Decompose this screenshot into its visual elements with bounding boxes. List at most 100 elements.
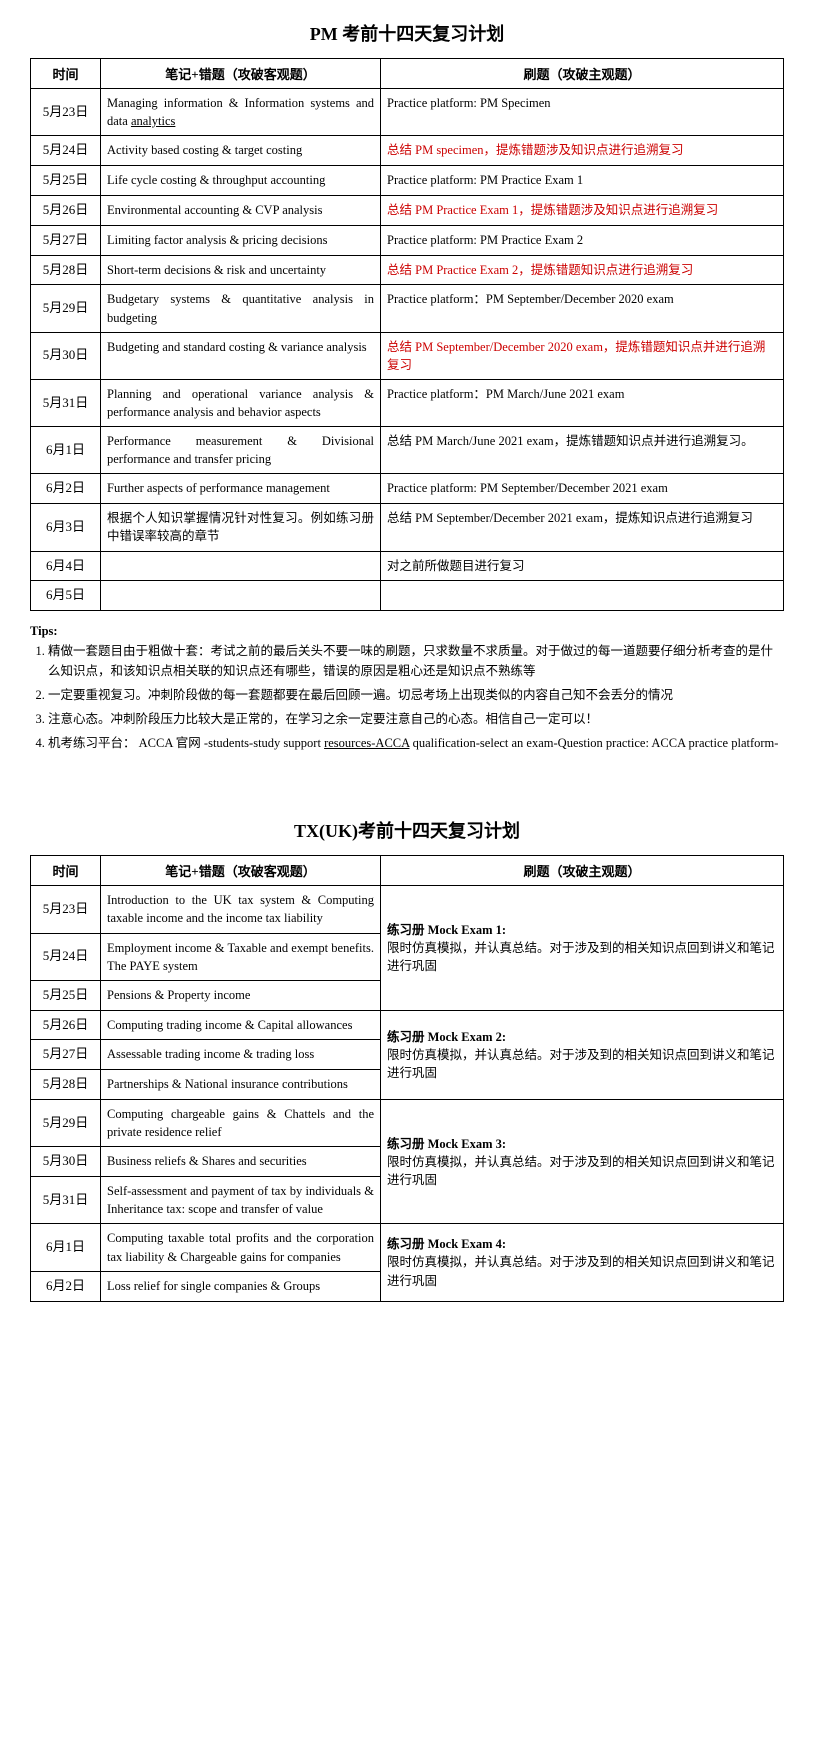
pm-drill-cell: Practice platform: PM Practice Exam 1 xyxy=(381,166,784,196)
pm-note-cell: Budgeting and standard costing & varianc… xyxy=(101,332,381,379)
pm-table-row: 5月26日Environmental accounting & CVP anal… xyxy=(31,195,784,225)
pm-table-row: 5月27日Limiting factor analysis & pricing … xyxy=(31,225,784,255)
pm-table-row: 6月1日Performance measurement & Divisional… xyxy=(31,427,784,474)
pm-tip-item: 一定要重视复习。冲刺阶段做的每一套题都要在最后回顾一遍。切忌考场上出现类似的内容… xyxy=(48,685,784,705)
pm-table-row: 5月29日Budgetary systems & quantitative an… xyxy=(31,285,784,332)
pm-drill-cell: 总结 PM September/December 2021 exam，提炼知识点… xyxy=(381,504,784,551)
pm-header-drill: 刷题（攻破主观题） xyxy=(381,59,784,89)
tx-drill-cell: 练习册 Mock Exam 4:限时仿真模拟，并认真总结。对于涉及到的相关知识点… xyxy=(381,1224,784,1301)
tx-date-cell: 5月24日 xyxy=(31,933,101,980)
tx-note-cell: Business reliefs & Shares and securities xyxy=(101,1147,381,1177)
tx-date-cell: 5月29日 xyxy=(31,1100,101,1147)
tx-drill-cell: 练习册 Mock Exam 1:限时仿真模拟，并认真总结。对于涉及到的相关知识点… xyxy=(381,886,784,1010)
pm-note-cell xyxy=(101,581,381,611)
tx-header-note: 笔记+错题（攻破客观题） xyxy=(101,856,381,886)
pm-date-cell: 6月1日 xyxy=(31,427,101,474)
tx-date-cell: 5月31日 xyxy=(31,1177,101,1224)
pm-drill-cell: Practice platform：PM September/December … xyxy=(381,285,784,332)
section2-title: TX(UK)考前十四天复习计划 xyxy=(30,817,784,843)
pm-drill-cell: 总结 PM Practice Exam 1，提炼错题涉及知识点进行追溯复习 xyxy=(381,195,784,225)
tx-date-cell: 5月23日 xyxy=(31,886,101,933)
pm-table-row: 5月25日Life cycle costing & throughput acc… xyxy=(31,166,784,196)
pm-date-cell: 5月27日 xyxy=(31,225,101,255)
pm-tip-item: 机考练习平台： ACCA 官网 -students-study support … xyxy=(48,733,784,753)
tx-date-cell: 5月25日 xyxy=(31,980,101,1010)
tx-date-cell: 6月2日 xyxy=(31,1271,101,1301)
pm-tips: Tips: 精做一套题目由于粗做十套：考试之前的最后关头不要一味的刷题，只求数量… xyxy=(30,621,784,753)
pm-table-row: 5月23日Managing information & Information … xyxy=(31,89,784,136)
tx-date-cell: 5月26日 xyxy=(31,1010,101,1040)
pm-note-cell: Performance measurement & Divisional per… xyxy=(101,427,381,474)
pm-drill-cell: Practice platform: PM Practice Exam 2 xyxy=(381,225,784,255)
tx-table-row: 5月23日Introduction to the UK tax system &… xyxy=(31,886,784,933)
pm-drill-cell: 总结 PM March/June 2021 exam，提炼错题知识点并进行追溯复… xyxy=(381,427,784,474)
pm-tip-item: 精做一套题目由于粗做十套：考试之前的最后关头不要一味的刷题，只求数量不求质量。对… xyxy=(48,641,784,681)
tx-table: 时间 笔记+错题（攻破客观题） 刷题（攻破主观题） 5月23日Introduct… xyxy=(30,855,784,1301)
tx-table-row: 5月29日Computing chargeable gains & Chatte… xyxy=(31,1100,784,1147)
pm-table-row: 6月2日Further aspects of performance manag… xyxy=(31,474,784,504)
tx-note-cell: Loss relief for single companies & Group… xyxy=(101,1271,381,1301)
pm-date-cell: 5月25日 xyxy=(31,166,101,196)
pm-note-cell: Short-term decisions & risk and uncertai… xyxy=(101,255,381,285)
tx-date-cell: 5月28日 xyxy=(31,1070,101,1100)
pm-header-time: 时间 xyxy=(31,59,101,89)
pm-date-cell: 6月4日 xyxy=(31,551,101,581)
pm-note-cell: Further aspects of performance managemen… xyxy=(101,474,381,504)
pm-tips-title: Tips: xyxy=(30,624,58,638)
pm-drill-cell: 总结 PM Practice Exam 2，提炼错题知识点进行追溯复习 xyxy=(381,255,784,285)
pm-drill-cell: Practice platform：PM March/June 2021 exa… xyxy=(381,379,784,426)
tx-note-cell: Assessable trading income & trading loss xyxy=(101,1040,381,1070)
tx-table-row: 6月1日Computing taxable total profits and … xyxy=(31,1224,784,1271)
pm-date-cell: 5月28日 xyxy=(31,255,101,285)
tx-header-drill: 刷题（攻破主观题） xyxy=(381,856,784,886)
pm-note-cell: Planning and operational variance analys… xyxy=(101,379,381,426)
pm-note-cell xyxy=(101,551,381,581)
tx-note-cell: Pensions & Property income xyxy=(101,980,381,1010)
pm-note-cell: Environmental accounting & CVP analysis xyxy=(101,195,381,225)
pm-table-row: 5月28日Short-term decisions & risk and unc… xyxy=(31,255,784,285)
pm-tips-list: 精做一套题目由于粗做十套：考试之前的最后关头不要一味的刷题，只求数量不求质量。对… xyxy=(48,641,784,753)
pm-date-cell: 5月29日 xyxy=(31,285,101,332)
pm-date-cell: 6月3日 xyxy=(31,504,101,551)
pm-date-cell: 6月5日 xyxy=(31,581,101,611)
pm-table: 时间 笔记+错题（攻破客观题） 刷题（攻破主观题） 5月23日Managing … xyxy=(30,58,784,611)
tx-note-cell: Introduction to the UK tax system & Comp… xyxy=(101,886,381,933)
pm-drill-cell: 对之前所做题目进行复习 xyxy=(381,551,784,581)
tx-note-cell: Computing taxable total profits and the … xyxy=(101,1224,381,1271)
tx-note-cell: Computing chargeable gains & Chattels an… xyxy=(101,1100,381,1147)
pm-table-row: 5月30日Budgeting and standard costing & va… xyxy=(31,332,784,379)
pm-date-cell: 5月26日 xyxy=(31,195,101,225)
pm-table-row: 6月3日根据个人知识掌握情况针对性复习。例如练习册中错误率较高的章节总结 PM … xyxy=(31,504,784,551)
tx-date-cell: 6月1日 xyxy=(31,1224,101,1271)
pm-drill-cell: Practice platform: PM Specimen xyxy=(381,89,784,136)
pm-note-cell: Limiting factor analysis & pricing decis… xyxy=(101,225,381,255)
tx-drill-cell: 练习册 Mock Exam 2:限时仿真模拟，并认真总结。对于涉及到的相关知识点… xyxy=(381,1010,784,1100)
pm-note-cell: Managing information & Information syste… xyxy=(101,89,381,136)
pm-note-cell: Activity based costing & target costing xyxy=(101,136,381,166)
tx-note-cell: Self-assessment and payment of tax by in… xyxy=(101,1177,381,1224)
tx-table-row: 5月26日Computing trading income & Capital … xyxy=(31,1010,784,1040)
pm-table-row: 5月31日Planning and operational variance a… xyxy=(31,379,784,426)
pm-date-cell: 5月24日 xyxy=(31,136,101,166)
pm-drill-empty xyxy=(381,581,784,611)
pm-note-cell: Life cycle costing & throughput accounti… xyxy=(101,166,381,196)
pm-date-cell: 5月31日 xyxy=(31,379,101,426)
tx-note-cell: Employment income & Taxable and exempt b… xyxy=(101,933,381,980)
pm-table-row: 5月24日Activity based costing & target cos… xyxy=(31,136,784,166)
pm-table-row: 6月4日 对之前所做题目进行复习 xyxy=(31,551,784,581)
tx-note-cell: Computing trading income & Capital allow… xyxy=(101,1010,381,1040)
tx-date-cell: 5月30日 xyxy=(31,1147,101,1177)
pm-date-cell: 6月2日 xyxy=(31,474,101,504)
pm-header-note: 笔记+错题（攻破客观题） xyxy=(101,59,381,89)
pm-drill-cell: Practice platform: PM September/December… xyxy=(381,474,784,504)
section1-title: PM 考前十四天复习计划 xyxy=(30,20,784,46)
pm-date-cell: 5月30日 xyxy=(31,332,101,379)
pm-tip-item: 注意心态。冲刺阶段压力比较大是正常的，在学习之余一定要注意自己的心态。相信自己一… xyxy=(48,709,784,729)
pm-drill-cell: 总结 PM September/December 2020 exam，提炼错题知… xyxy=(381,332,784,379)
tx-date-cell: 5月27日 xyxy=(31,1040,101,1070)
pm-table-row: 6月5日 xyxy=(31,581,784,611)
pm-note-cell: 根据个人知识掌握情况针对性复习。例如练习册中错误率较高的章节 xyxy=(101,504,381,551)
tx-drill-cell: 练习册 Mock Exam 3:限时仿真模拟，并认真总结。对于涉及到的相关知识点… xyxy=(381,1100,784,1224)
tx-note-cell: Partnerships & National insurance contri… xyxy=(101,1070,381,1100)
pm-date-cell: 5月23日 xyxy=(31,89,101,136)
